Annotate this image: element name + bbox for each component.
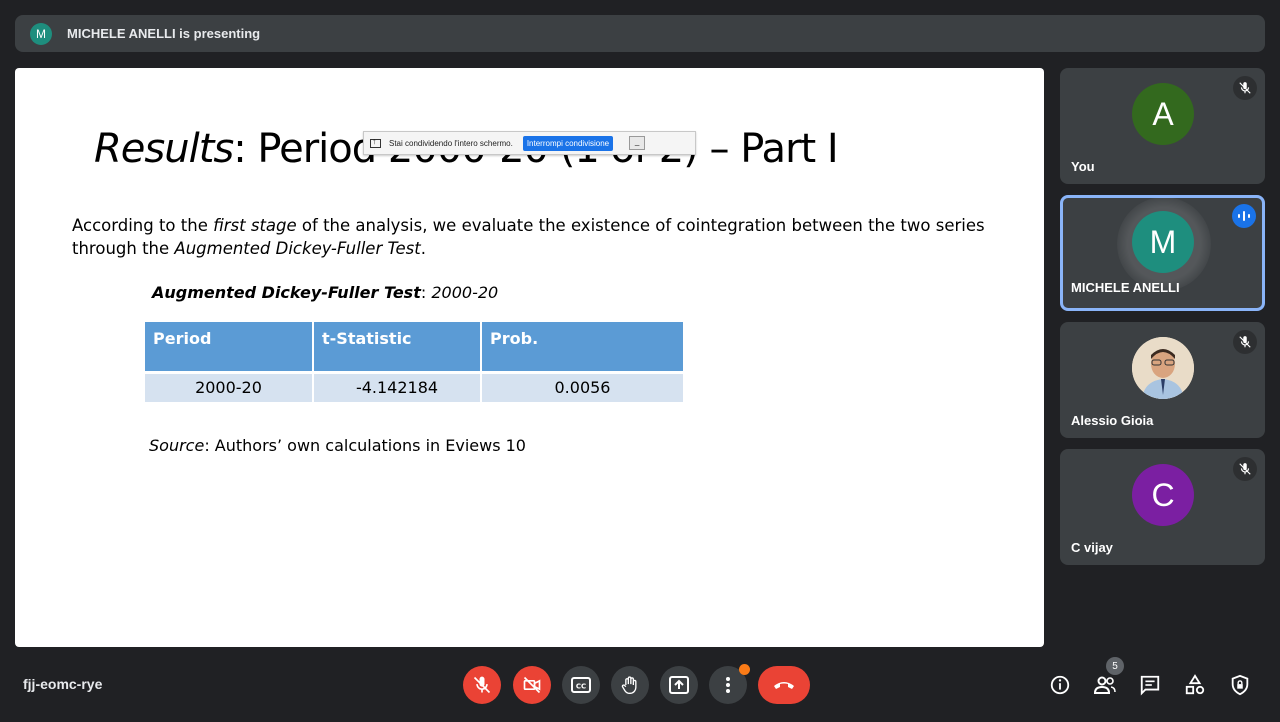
participant-tile-you[interactable]: A You [1060, 68, 1265, 184]
shared-screen: Results: Period 2000-20 (1 of 2) – Part … [15, 68, 1044, 647]
svg-text:CC: CC [576, 683, 586, 691]
slide-source: Source: Authors’ own calculations in Evi… [149, 436, 526, 455]
raise-hand-button[interactable] [611, 666, 649, 704]
source-text: : Authors’ own calculations in Eviews 10 [204, 436, 526, 455]
avatar-photo [1132, 337, 1194, 399]
chat-icon [1140, 675, 1160, 696]
table-header: Period [145, 322, 314, 372]
meeting-code: fjj-eomc-rye [23, 676, 103, 692]
participant-tile-cvijay[interactable]: C C vijay [1060, 449, 1265, 565]
source-label: Source [149, 436, 205, 455]
mic-off-icon [1233, 76, 1257, 100]
leave-call-button[interactable] [758, 666, 810, 704]
table-cell: 0.0056 [481, 370, 683, 402]
table-cell: 2000-20 [145, 370, 314, 402]
hand-icon [621, 676, 637, 694]
share-notice-text: Stai condividendo l'intero schermo. [389, 138, 513, 148]
table-header: t-Statistic [313, 322, 482, 372]
captions-button[interactable]: CC [562, 666, 600, 704]
adf-results-table: Period t-Statistic Prob. 2000-20 -4.1421… [145, 322, 683, 402]
more-options-button[interactable] [709, 664, 750, 704]
avatar: C [1132, 464, 1194, 526]
table-row: 2000-20 -4.142184 0.0056 [145, 370, 683, 402]
present-button[interactable] [660, 666, 698, 704]
present-icon [669, 676, 689, 694]
info-icon [1050, 675, 1070, 695]
participant-tile-alessio[interactable]: Alessio Gioia [1060, 322, 1265, 438]
slide-paragraph: According to the first stage of the anal… [72, 214, 1022, 260]
mic-off-icon [1233, 457, 1257, 481]
para-italic-1: first stage [213, 216, 297, 235]
speaking-icon [1232, 204, 1256, 228]
share-screen-icon [370, 136, 381, 148]
meeting-details-button[interactable] [1047, 672, 1073, 698]
hide-notice-button[interactable]: _ [629, 136, 646, 150]
stop-sharing-button[interactable]: Interrompi condivisione [522, 135, 614, 151]
table-caption: Augmented Dickey-Fuller Test: 2000-20 [152, 283, 498, 302]
para-italic-2: Augmented Dickey-Fuller Test [174, 239, 421, 258]
presenter-avatar: M [30, 22, 52, 45]
participant-name: MICHELE ANELLI [1071, 280, 1180, 295]
activities-icon [1185, 674, 1205, 695]
slide-title-italic: Results [94, 126, 234, 172]
avatar: M [1132, 211, 1194, 273]
mic-toggle-button[interactable] [463, 666, 501, 704]
avatar: A [1132, 83, 1194, 145]
participant-name: C vijay [1071, 540, 1113, 555]
screen-share-notice: Stai condividendo l'intero schermo. Inte… [363, 131, 696, 155]
table-caption-sep: : [420, 283, 432, 302]
notification-dot [739, 664, 750, 675]
presenting-text: MICHELE ANELLI is presenting [67, 26, 261, 41]
table-header-row: Period t-Statistic Prob. [145, 322, 683, 372]
captions-icon: CC [571, 677, 591, 693]
para-text-1: According to the [72, 216, 214, 235]
host-controls-button[interactable] [1227, 672, 1253, 698]
chat-button[interactable] [1137, 672, 1163, 698]
people-icon [1093, 676, 1116, 694]
participant-name: Alessio Gioia [1071, 413, 1154, 428]
camera-toggle-button[interactable] [513, 666, 551, 704]
camera-off-icon [523, 676, 541, 694]
presenting-banner: M MICHELE ANELLI is presenting [15, 15, 1265, 52]
table-caption-bold: Augmented Dickey-Fuller Test [152, 283, 421, 302]
mic-off-icon [473, 676, 491, 694]
table-caption-period: 2000-20 [431, 283, 499, 302]
participant-tile-michele[interactable]: M MICHELE ANELLI [1060, 195, 1265, 311]
table-header: Prob. [481, 322, 683, 372]
mic-off-icon [1233, 330, 1257, 354]
activities-button[interactable] [1182, 672, 1208, 698]
people-button[interactable] [1092, 672, 1118, 698]
more-vert-icon [726, 677, 730, 693]
hang-up-icon [774, 682, 794, 689]
table-cell: -4.142184 [313, 370, 482, 402]
shield-lock-icon [1231, 674, 1249, 696]
para-text-3: . [420, 239, 426, 258]
participant-name: You [1071, 159, 1095, 174]
